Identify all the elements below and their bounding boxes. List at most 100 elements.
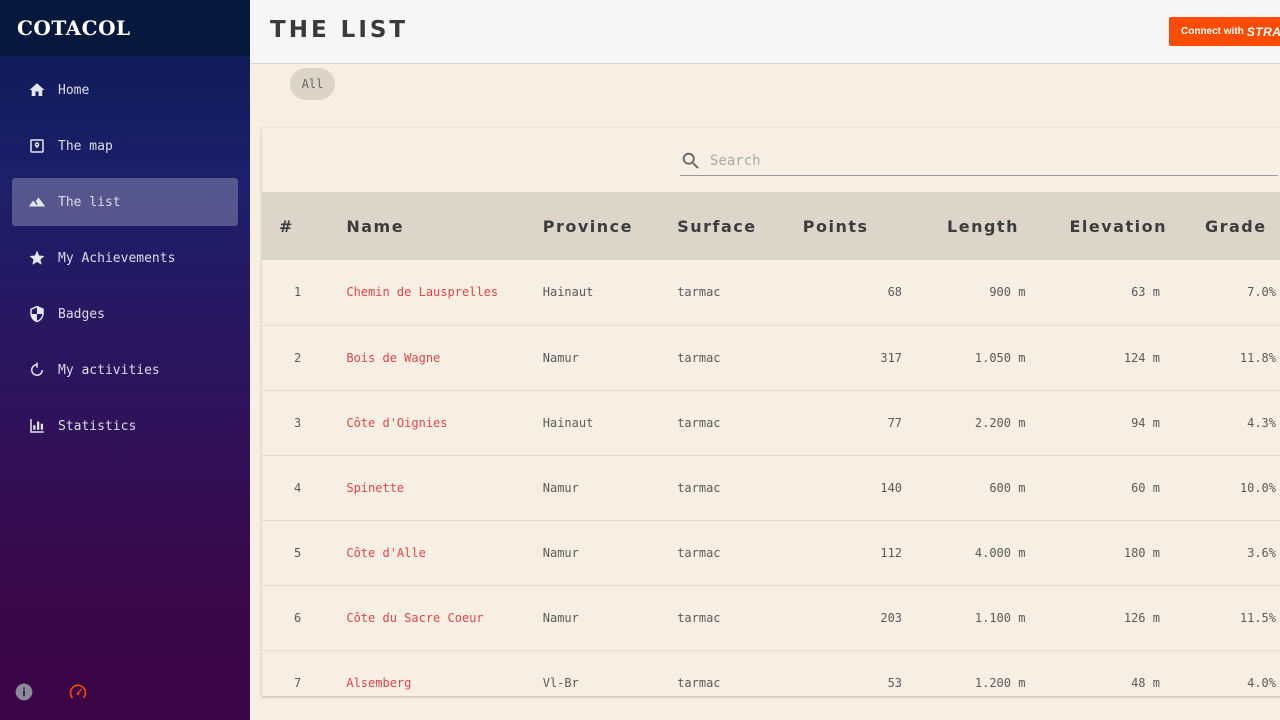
cell-elevation: 63 m <box>1131 285 1160 300</box>
cell-elevation: 180 m <box>1123 545 1160 560</box>
cell-grade: 11.8% <box>1239 350 1276 365</box>
cell-province: Hainaut <box>542 415 594 430</box>
timer-icon <box>28 361 46 379</box>
connect-strava-button[interactable]: Connect with STRAVA <box>1169 17 1280 46</box>
column-header-elevation[interactable]: Elevation <box>1038 192 1173 260</box>
table-row[interactable]: 7 Alsemberg Vl-Br tarmac 53 1.200 m 48 m… <box>262 650 1280 696</box>
search-input[interactable] <box>710 152 1250 169</box>
app-logo[interactable]: COTACOL <box>17 16 131 40</box>
climb-link[interactable]: Bois de Wagne <box>346 351 440 365</box>
climb-link[interactable]: Spinette <box>346 481 404 495</box>
column-header-number[interactable]: # <box>262 192 346 260</box>
gauge-icon[interactable] <box>68 682 88 706</box>
cell-name: Côte d'Alle <box>346 520 542 585</box>
sidebar-item-label: My activities <box>58 362 160 378</box>
cell-name: Spinette <box>346 455 542 520</box>
cell-surface: tarmac <box>677 350 721 365</box>
search-icon <box>682 152 699 169</box>
cell-length: 2.200 m <box>974 415 1026 430</box>
cell-number: 4 <box>294 480 302 495</box>
cell-name: Alsemberg <box>346 650 542 696</box>
cell-elevation: 60 m <box>1131 480 1160 495</box>
strava-button-label: Connect with <box>1181 26 1244 37</box>
cell-length: 600 m <box>989 480 1026 495</box>
cell-elevation: 124 m <box>1123 350 1160 365</box>
column-header-length[interactable]: Length <box>915 192 1038 260</box>
cell-number: 2 <box>294 350 302 365</box>
climbs-table: # Name Province Surface Points Length El… <box>262 192 1280 696</box>
cell-length: 4.000 m <box>974 545 1026 560</box>
climb-link[interactable]: Côte d'Oignies <box>346 416 447 430</box>
cell-number: 7 <box>294 675 302 690</box>
map-icon <box>28 137 46 155</box>
sidebar-item-activities[interactable]: My activities <box>12 346 238 394</box>
cell-number: 3 <box>294 415 302 430</box>
logo-bar: COTACOL <box>0 0 250 56</box>
climb-link[interactable]: Côte du Sacre Coeur <box>346 611 483 625</box>
sidebar-item-label: The list <box>58 194 121 210</box>
cell-elevation: 94 m <box>1131 415 1160 430</box>
climb-link[interactable]: Côte d'Alle <box>346 546 425 560</box>
sidebar-item-statistics[interactable]: Statistics <box>12 402 238 450</box>
sidebar-item-label: Statistics <box>58 418 137 434</box>
cell-surface: tarmac <box>677 545 721 560</box>
cell-province: Hainaut <box>542 285 594 300</box>
cell-grade: 11.5% <box>1239 610 1276 625</box>
cell-points: 140 <box>880 480 903 495</box>
table-row[interactable]: 3 Côte d'Oignies Hainaut tarmac 77 2.200… <box>262 390 1280 455</box>
cell-number: 1 <box>294 285 302 300</box>
cell-surface: tarmac <box>677 610 721 625</box>
shield-icon <box>28 305 46 323</box>
filter-chip-all[interactable]: All <box>290 68 335 100</box>
cell-points: 53 <box>887 675 903 690</box>
cell-number: 6 <box>294 610 302 625</box>
cell-points: 112 <box>880 545 903 560</box>
table-row[interactable]: 1 Chemin de Lausprelles Hainaut tarmac 6… <box>262 260 1280 325</box>
sidebar-item-home[interactable]: Home <box>12 66 238 114</box>
mountain-icon <box>28 193 46 211</box>
info-icon[interactable] <box>14 682 34 706</box>
cell-length: 1.100 m <box>974 610 1026 625</box>
cell-name: Bois de Wagne <box>346 325 542 390</box>
cell-grade: 7.0% <box>1247 285 1276 300</box>
search-bar <box>680 146 1278 176</box>
cell-province: Namur <box>542 610 579 625</box>
cell-elevation: 126 m <box>1123 610 1160 625</box>
sidebar-item-map[interactable]: The map <box>12 122 238 170</box>
sidebar-item-label: Badges <box>58 306 105 322</box>
sidebar-item-label: The map <box>58 138 113 154</box>
sidebar-item-achievements[interactable]: My Achievements <box>12 234 238 282</box>
cell-surface: tarmac <box>677 415 721 430</box>
cell-points: 317 <box>880 350 903 365</box>
cell-grade: 4.3% <box>1247 415 1276 430</box>
top-header: THE LIST Connect with STRAVA <box>250 0 1280 64</box>
sidebar: COTACOL Home The map The list My Achieve… <box>0 0 250 720</box>
cell-province: Namur <box>542 350 579 365</box>
column-header-province[interactable]: Province <box>543 192 677 260</box>
climb-link[interactable]: Chemin de Lausprelles <box>346 285 498 299</box>
table-row[interactable]: 6 Côte du Sacre Coeur Namur tarmac 203 1… <box>262 585 1280 650</box>
cell-grade: 3.6% <box>1247 545 1276 560</box>
cell-name: Chemin de Lausprelles <box>346 260 542 325</box>
table-row[interactable]: 2 Bois de Wagne Namur tarmac 317 1.050 m… <box>262 325 1280 390</box>
table-body: 1 Chemin de Lausprelles Hainaut tarmac 6… <box>262 260 1280 696</box>
cell-province: Namur <box>542 545 579 560</box>
sidebar-item-badges[interactable]: Badges <box>12 290 238 338</box>
table-row[interactable]: 5 Côte d'Alle Namur tarmac 112 4.000 m 1… <box>262 520 1280 585</box>
bar-chart-icon <box>28 417 46 435</box>
cell-name: Côte du Sacre Coeur <box>346 585 542 650</box>
table-row[interactable]: 4 Spinette Namur tarmac 140 600 m 60 m 1… <box>262 455 1280 520</box>
column-header-points[interactable]: Points <box>799 192 915 260</box>
sidebar-item-list[interactable]: The list <box>12 178 238 226</box>
cell-elevation: 48 m <box>1131 675 1160 690</box>
sidebar-item-label: Home <box>58 82 90 98</box>
table-header-row: # Name Province Surface Points Length El… <box>262 192 1280 260</box>
column-header-name[interactable]: Name <box>346 192 542 260</box>
column-header-surface[interactable]: Surface <box>677 192 799 260</box>
column-header-grade[interactable]: Grade <box>1173 192 1280 260</box>
cell-length: 900 m <box>989 285 1026 300</box>
cell-surface: tarmac <box>677 285 721 300</box>
cell-name: Côte d'Oignies <box>346 390 542 455</box>
cell-points: 68 <box>887 285 903 300</box>
climb-link[interactable]: Alsemberg <box>346 676 411 690</box>
